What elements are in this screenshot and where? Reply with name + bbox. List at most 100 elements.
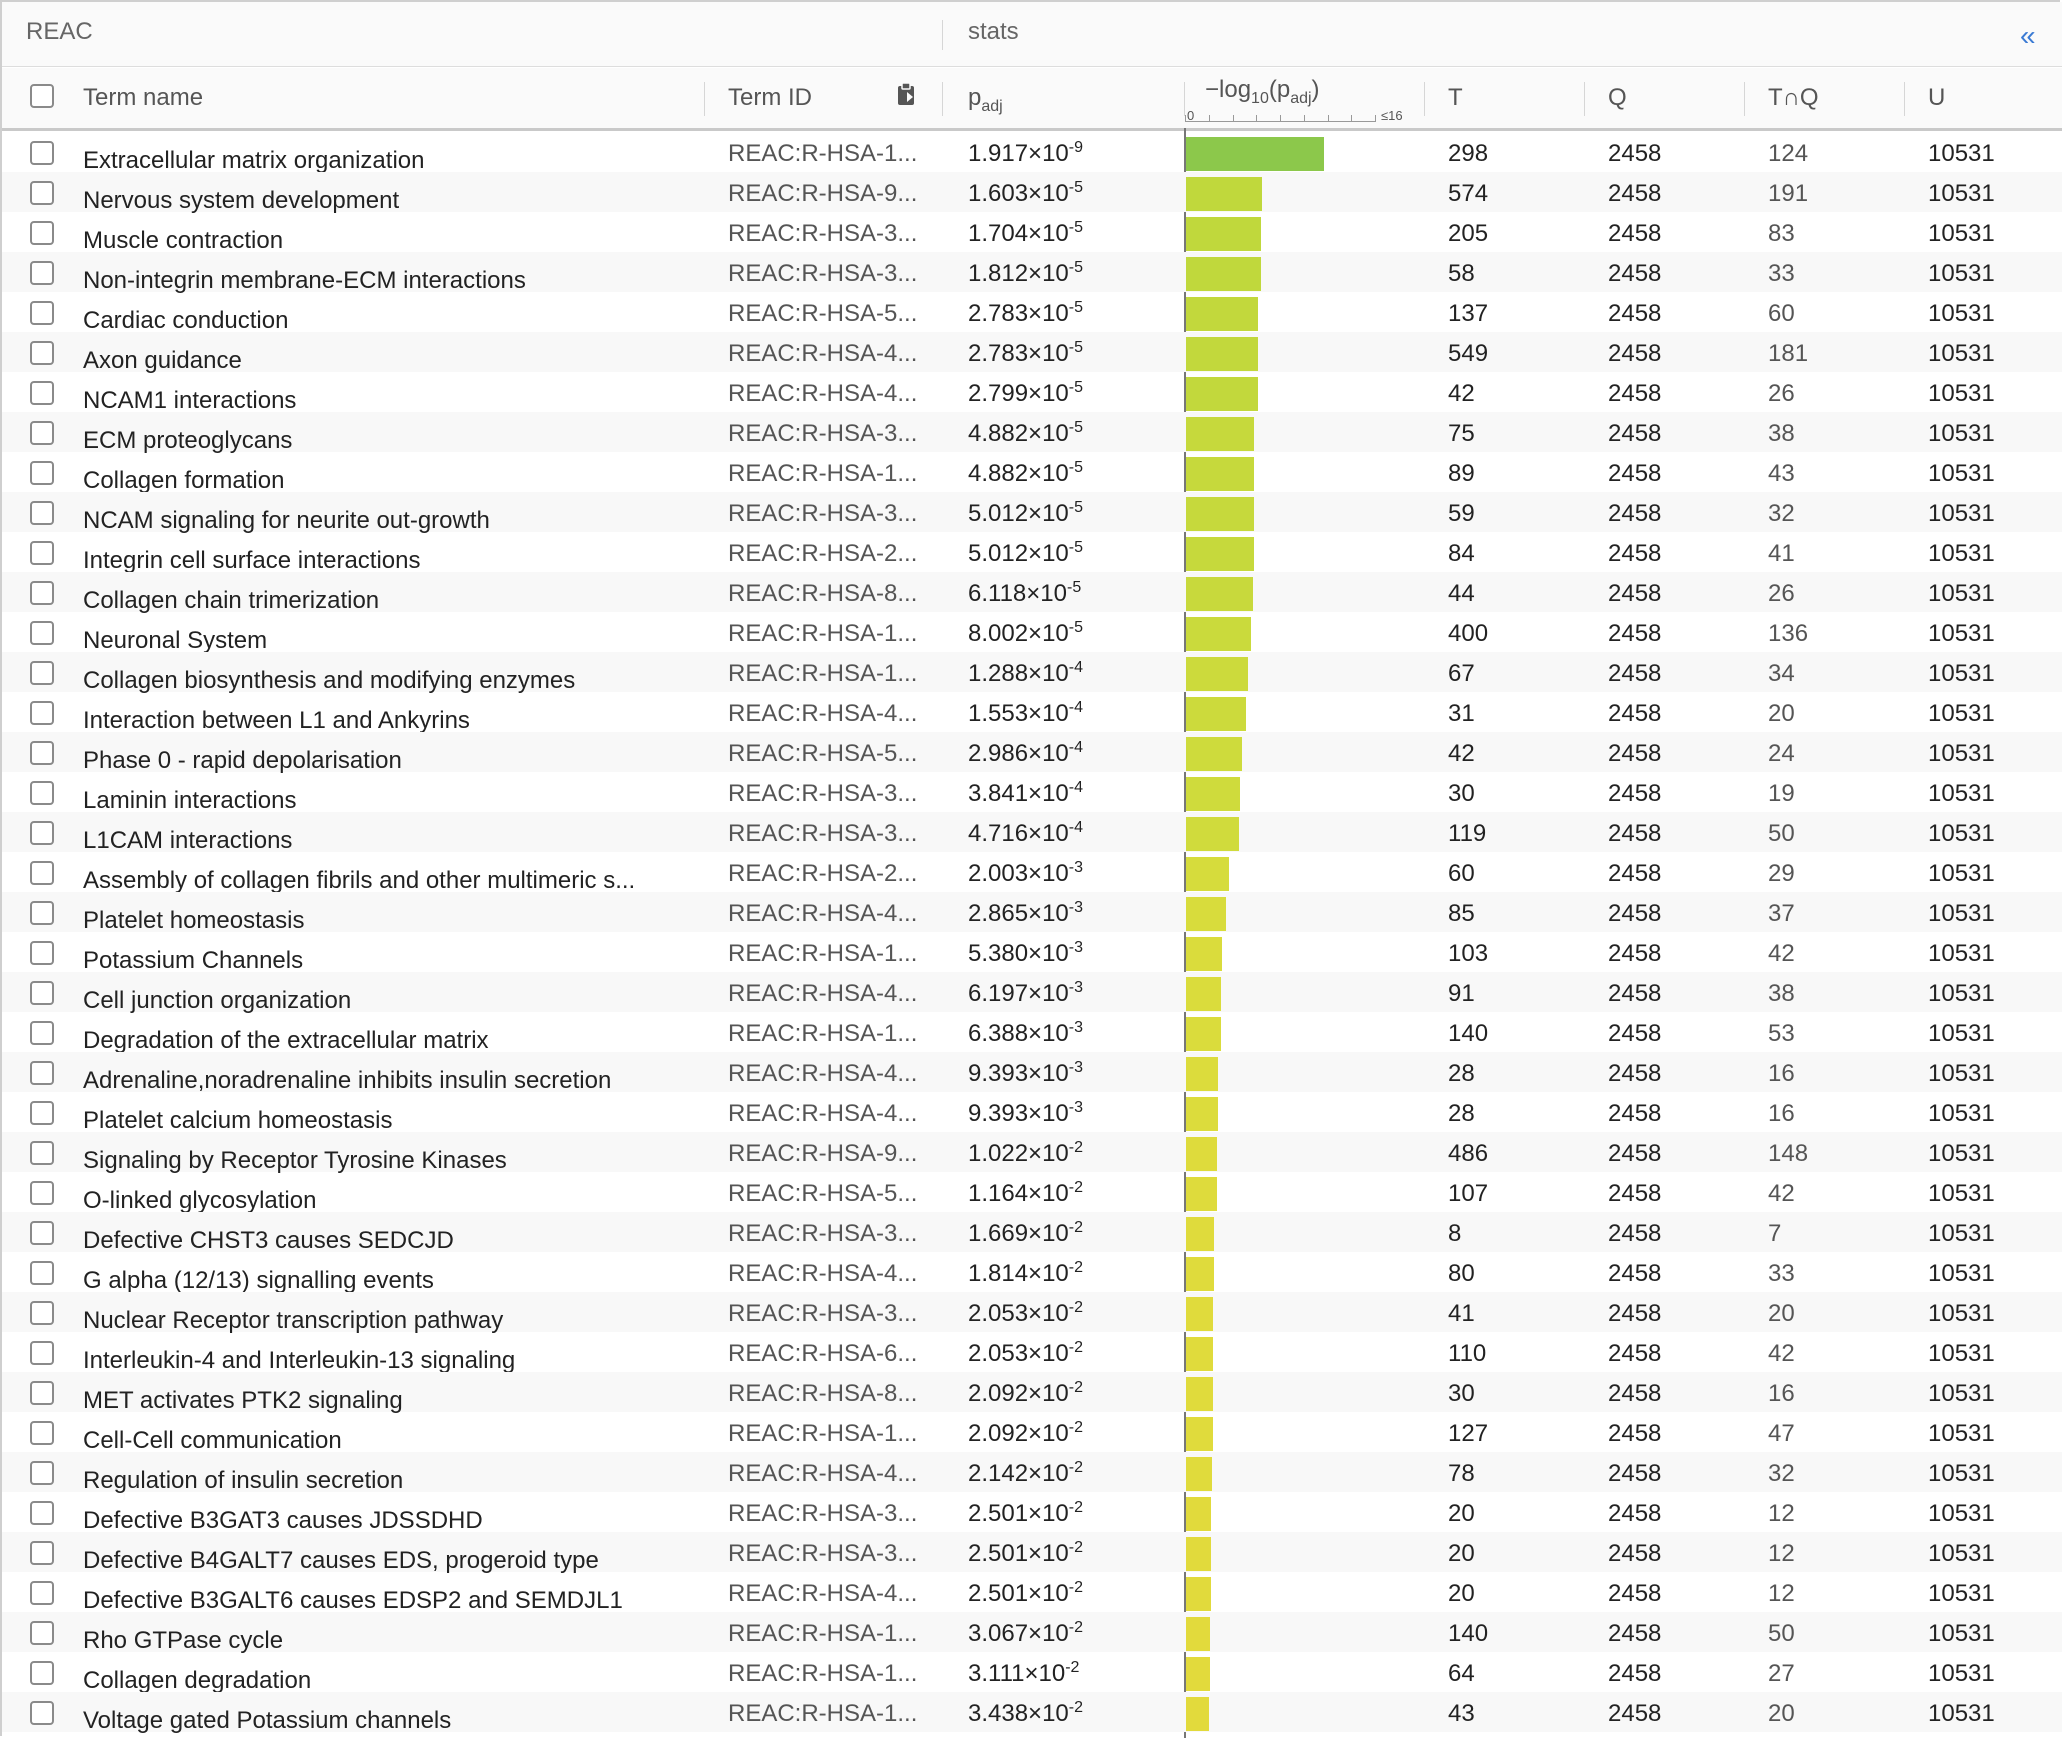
term-name[interactable]: NCAM signaling for neurite out-growth [83,507,683,535]
term-name[interactable]: Platelet calcium homeostasis [83,1107,683,1135]
row-checkbox[interactable] [30,301,54,325]
row-checkbox[interactable] [30,1621,54,1645]
significance-bar[interactable] [1186,817,1239,851]
significance-bar[interactable] [1186,1057,1219,1091]
term-name[interactable]: NCAM1 interactions [83,387,683,415]
table-row[interactable]: Neuronal System REAC:R-HSA-1... 8.002×10-5… [2,612,2062,654]
table-row[interactable]: NCAM signaling for neurite out-growth REA… [2,492,2062,535]
table-row[interactable]: Cell-Cell communication REAC:R-HSA-1... 2.… [2,1412,2062,1454]
significance-bar[interactable] [1186,1017,1221,1051]
row-checkbox[interactable] [30,461,54,485]
table-row[interactable]: Interleukin-4 and Interleukin-13 signali… [2,1332,2062,1374]
table-row[interactable]: Nuclear Receptor transcription pathway RE… [2,1292,2062,1334]
row-checkbox[interactable] [30,181,54,205]
term-name[interactable]: Defective B3GAT3 causes JDSSDHD [83,1507,683,1535]
term-name[interactable]: Platelet homeostasis [83,907,683,935]
significance-bar[interactable] [1186,297,1259,331]
tq-header[interactable]: T∩Q [1768,84,1819,112]
term-name[interactable]: Cardiac conduction [83,307,683,335]
term-id[interactable]: REAC:R-HSA-1... [728,1660,928,1688]
row-checkbox[interactable] [30,341,54,365]
term-name[interactable]: Defective B4GALT7 causes EDS, progeroid … [83,1547,683,1575]
term-name[interactable]: Collagen formation [83,467,683,495]
table-row[interactable]: Muscle contraction REAC:R-HSA-3... 1.704×1… [2,212,2062,255]
term-name[interactable]: Axon guidance [83,347,683,375]
row-checkbox[interactable] [30,261,54,285]
term-id[interactable]: REAC:R-HSA-5... [728,300,928,328]
significance-bar[interactable] [1186,337,1259,371]
table-row[interactable]: Collagen formation REAC:R-HSA-1... 4.882×1… [2,452,2062,495]
row-checkbox[interactable] [30,1141,54,1165]
term-name[interactable]: Collagen chain trimerization [83,587,683,615]
term-id[interactable]: REAC:R-HSA-3... [728,260,928,288]
significance-bar[interactable] [1186,777,1240,811]
significance-bar[interactable] [1186,1497,1212,1531]
significance-bar[interactable] [1186,1377,1213,1411]
term-name[interactable]: Integrin cell surface interactions [83,547,683,575]
term-name[interactable]: Degradation of the extracellular matrix [83,1027,683,1055]
row-checkbox[interactable] [30,1581,54,1605]
row-checkbox[interactable] [30,861,54,885]
term-name[interactable]: MET activates PTK2 signaling [83,1387,683,1415]
row-checkbox[interactable] [30,1021,54,1045]
table-row[interactable]: MET activates PTK2 signaling REAC:R-HSA-8… [2,1372,2062,1415]
term-name[interactable]: Muscle contraction [83,227,683,255]
term-id[interactable]: REAC:R-HSA-4... [728,1260,928,1288]
table-row[interactable]: Rho GTPase cycle REAC:R-HSA-1... 3.067×10-… [2,1612,2062,1654]
term-id[interactable]: REAC:R-HSA-3... [728,780,928,808]
table-row[interactable]: Non-integrin membrane-ECM interactions RE… [2,252,2062,294]
term-id[interactable]: REAC:R-HSA-5... [728,740,928,768]
table-row[interactable]: Degradation of the extracellular matrix R… [2,1012,2062,1055]
clipboard-icon[interactable] [895,82,919,115]
row-checkbox[interactable] [30,381,54,405]
significance-bar[interactable] [1186,537,1254,571]
table-row[interactable]: Defective B4GALT7 causes EDS, progeroid … [2,1532,2062,1575]
significance-bar[interactable] [1186,1457,1213,1491]
table-row[interactable]: Cell junction organization REAC:R-HSA-4..… [2,972,2062,1015]
row-checkbox[interactable] [30,1461,54,1485]
significance-bar[interactable] [1186,1617,1210,1651]
term-name[interactable]: Nervous system development [83,187,683,215]
u-header[interactable]: U [1928,84,1945,112]
term-id[interactable]: REAC:R-HSA-1... [728,660,928,688]
significance-bar[interactable] [1186,457,1255,491]
significance-bar[interactable] [1186,497,1254,531]
term-id[interactable]: REAC:R-HSA-8... [728,1380,928,1408]
row-checkbox[interactable] [30,421,54,445]
table-row[interactable]: Extracellular matrix organization REAC:R-… [2,132,2062,174]
term-name[interactable]: Cell junction organization [83,987,683,1015]
row-checkbox[interactable] [30,221,54,245]
term-id[interactable]: REAC:R-HSA-3... [728,1300,928,1328]
row-checkbox[interactable] [30,1541,54,1565]
term-name[interactable]: Regulation of insulin secretion [83,1467,683,1495]
significance-bar[interactable] [1186,977,1221,1011]
term-id-header[interactable]: Term ID [728,84,812,112]
significance-bar[interactable] [1186,657,1248,691]
table-row[interactable]: Defective B3GALT6 causes EDSP2 and SEMDJ… [2,1572,2062,1614]
table-row[interactable]: Assembly of collagen fibrils and other m… [2,852,2062,894]
term-name[interactable]: Adrenaline,noradrenaline inhibits insuli… [83,1067,683,1095]
significance-bar[interactable] [1186,617,1251,651]
row-checkbox[interactable] [30,1101,54,1125]
row-checkbox[interactable] [30,1061,54,1085]
term-id[interactable]: REAC:R-HSA-3... [728,820,928,848]
term-id[interactable]: REAC:R-HSA-2... [728,860,928,888]
term-name[interactable]: Defective CHST3 causes SEDCJD [83,1227,683,1255]
term-name[interactable]: Signaling by Receptor Tyrosine Kinases [83,1147,683,1175]
term-name[interactable]: O-linked glycosylation [83,1187,683,1215]
table-row[interactable]: L1CAM interactions REAC:R-HSA-3... 4.716×1… [2,812,2062,854]
table-row[interactable]: Cardiac conduction REAC:R-HSA-5... 2.783×1… [2,292,2062,335]
term-id[interactable]: REAC:R-HSA-3... [728,1540,928,1568]
significance-bar[interactable] [1186,897,1227,931]
table-row[interactable]: Regulation of insulin secretion REAC:R-HS… [2,1452,2062,1495]
table-row[interactable]: Phase 0 - rapid depolarisation REAC:R-HSA… [2,732,2062,774]
term-id[interactable]: REAC:R-HSA-9... [728,180,928,208]
row-checkbox[interactable] [30,1421,54,1445]
significance-bar[interactable] [1186,1417,1213,1451]
neglog-axis-header[interactable]: −log10(padj) 0 ≤16 [1185,76,1405,124]
significance-bar[interactable] [1186,1657,1210,1691]
row-checkbox[interactable] [30,1661,54,1685]
term-id[interactable]: REAC:R-HSA-5... [728,1180,928,1208]
significance-bar[interactable] [1186,1097,1219,1131]
t-header[interactable]: T [1448,84,1463,112]
